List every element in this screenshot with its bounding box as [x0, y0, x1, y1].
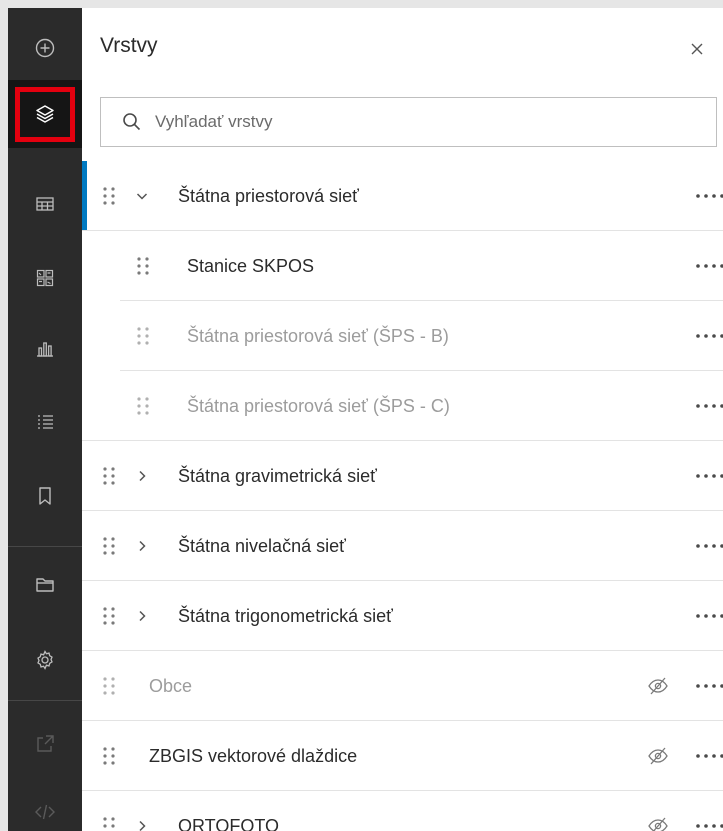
eye-off-icon[interactable] [647, 676, 669, 696]
drag-handle-icon[interactable] [136, 395, 150, 417]
layer-row[interactable]: ZBGIS vektorové dlaždice [82, 721, 723, 791]
layer-options-button[interactable] [694, 606, 723, 626]
drag-handle-icon[interactable] [102, 465, 116, 487]
side-toolbar [8, 8, 82, 831]
layers-panel: Vrstvy Štátna priestorová sieť Stanice SK… [82, 8, 723, 831]
layer-row[interactable]: ORTOFOTO [82, 791, 723, 831]
chevron-right-icon[interactable] [132, 536, 152, 556]
ellipsis-icon [696, 684, 723, 688]
ellipsis-icon [696, 474, 723, 478]
add-data-button[interactable] [8, 14, 82, 82]
gear-icon [37, 650, 53, 670]
layer-label: Štátna nivelačná sieť [178, 536, 346, 556]
ellipsis-icon [696, 824, 723, 828]
close-button[interactable] [686, 38, 708, 60]
layer-options-button[interactable] [694, 466, 723, 486]
folder-button[interactable] [8, 550, 82, 618]
ellipsis-icon [696, 404, 723, 408]
layer-label: Štátna priestorová sieť (ŠPS - C) [187, 396, 450, 416]
layer-options-button[interactable] [694, 186, 723, 206]
drag-handle-icon[interactable] [102, 535, 116, 557]
layer-row[interactable]: Štátna gravimetrická sieť [82, 441, 723, 511]
drag-handle-icon[interactable] [136, 255, 150, 277]
selected-indicator [82, 161, 87, 231]
embed-code-button[interactable] [8, 778, 82, 831]
drag-handle-icon[interactable] [102, 675, 116, 697]
chevron-right-icon[interactable] [132, 606, 152, 626]
layer-row[interactable]: Obce [82, 651, 723, 721]
ellipsis-icon [696, 614, 723, 618]
code-icon [35, 804, 55, 820]
eye-off-icon[interactable] [647, 746, 669, 766]
layer-label: Obce [149, 676, 193, 696]
chevron-down-icon[interactable] [132, 186, 152, 206]
layer-label: Štátna gravimetrická sieť [178, 466, 377, 486]
attribute-table-button[interactable] [8, 170, 82, 238]
ellipsis-icon [696, 544, 723, 548]
toolbar-divider [8, 546, 82, 547]
layer-row[interactable]: Stanice SKPOS [82, 231, 723, 301]
layer-options-button[interactable] [694, 326, 723, 346]
legend-icon [38, 415, 53, 429]
active-tool-highlight [15, 87, 75, 142]
layer-options-button[interactable] [694, 536, 723, 556]
close-icon [691, 43, 703, 55]
layer-options-button[interactable] [694, 396, 723, 416]
legend-button[interactable] [8, 388, 82, 456]
ellipsis-icon [696, 334, 723, 338]
drag-handle-icon[interactable] [102, 815, 116, 831]
chevron-right-icon[interactable] [132, 816, 152, 831]
layer-label: Štátna priestorová sieť (ŠPS - B) [187, 326, 449, 346]
share-button[interactable] [8, 710, 82, 778]
ellipsis-icon [696, 264, 723, 268]
layer-row[interactable]: Štátna nivelačná sieť [82, 511, 723, 581]
layer-label: ORTOFOTO [178, 816, 280, 831]
eye-off-icon[interactable] [647, 816, 669, 831]
bar-chart-icon [37, 342, 53, 357]
layer-label: ZBGIS vektorové dlaždice [149, 746, 358, 766]
search-input[interactable] [155, 112, 695, 132]
layer-options-button[interactable] [694, 816, 723, 831]
layer-row[interactable]: Štátna priestorová sieť (ŠPS - C) [82, 371, 723, 441]
basemap-gallery-icon [36, 269, 54, 287]
layers-button[interactable] [8, 80, 82, 148]
toolbar-divider [8, 700, 82, 701]
table-icon [36, 197, 54, 211]
add-circle-icon [35, 38, 55, 58]
drag-handle-icon[interactable] [136, 325, 150, 347]
panel-header: Vrstvy [82, 8, 723, 86]
bookmarks-button[interactable] [8, 462, 82, 530]
layer-options-button[interactable] [694, 676, 723, 696]
ellipsis-icon [696, 194, 723, 198]
layer-label: Štátna priestorová sieť [178, 186, 359, 206]
drag-handle-icon[interactable] [102, 605, 116, 627]
layer-row[interactable]: Štátna priestorová sieť (ŠPS - B) [82, 301, 723, 371]
layer-options-button[interactable] [694, 256, 723, 276]
search-icon [123, 113, 141, 131]
panel-title: Vrstvy [100, 34, 158, 57]
layer-label: Stanice SKPOS [187, 256, 315, 276]
charts-button[interactable] [8, 314, 82, 382]
search-box [100, 97, 717, 147]
folder-icon [36, 578, 54, 592]
ellipsis-icon [696, 754, 723, 758]
layer-row[interactable]: Štátna priestorová sieť [82, 161, 723, 231]
share-icon [37, 735, 54, 752]
basemap-gallery-button[interactable] [8, 244, 82, 312]
layer-label: Štátna trigonometrická sieť [178, 606, 393, 626]
chevron-right-icon[interactable] [132, 466, 152, 486]
drag-handle-icon[interactable] [102, 185, 116, 207]
bookmark-icon [39, 487, 51, 505]
drag-handle-icon[interactable] [102, 745, 116, 767]
layer-row[interactable]: Štátna trigonometrická sieť [82, 581, 723, 651]
settings-button[interactable] [8, 626, 82, 694]
layer-options-button[interactable] [694, 746, 723, 766]
